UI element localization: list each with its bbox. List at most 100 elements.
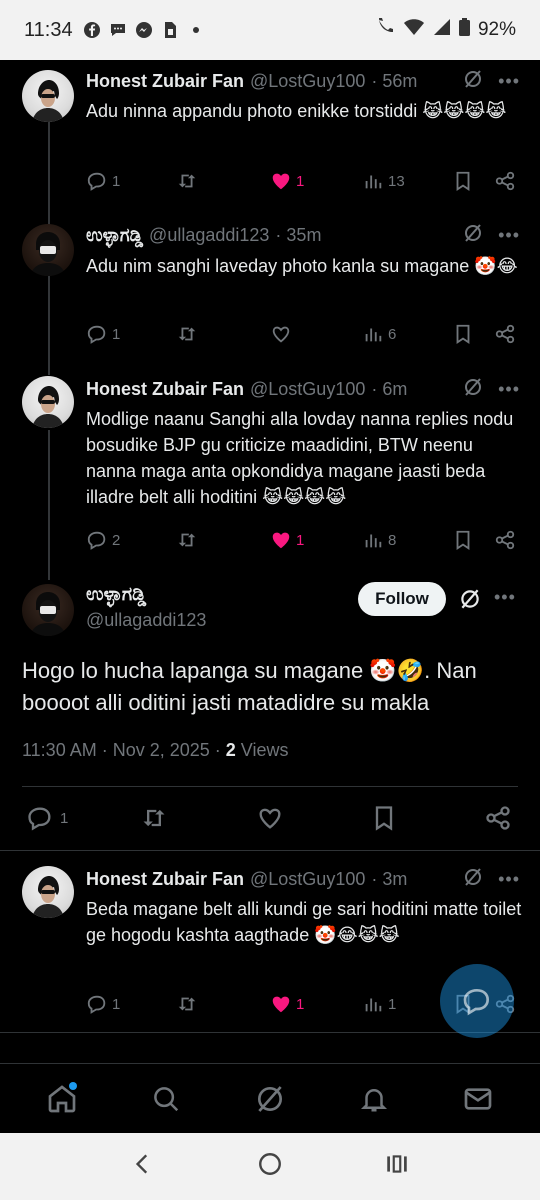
like-button[interactable]: 1 [270,993,304,1015]
avatar[interactable] [22,70,74,122]
tweet-timestamp: 11:30 AM · Nov 2, 2025 · [22,740,226,760]
repost-button[interactable] [176,170,198,192]
share-button[interactable] [494,323,516,345]
author-name[interactable]: ಉಳ್ಳಾಗಡ್ಡಿ [86,584,146,606]
reply-button[interactable]: 2 [86,529,120,551]
grok-icon [258,1085,282,1112]
grok-icon[interactable] [458,587,482,616]
bookmark-icon [456,530,470,550]
author-handle[interactable]: @ullagaddi123 [86,610,206,631]
like-button[interactable]: 1 [270,529,304,551]
bookmark-button[interactable] [452,170,474,192]
more-options-icon[interactable]: ••• [498,225,520,246]
tweet-actions: 1 1 13 [86,166,522,196]
views-icon [365,534,382,548]
avatar[interactable] [22,224,74,276]
views-count: 1 [388,995,397,1013]
more-options-icon[interactable]: ••• [498,379,520,400]
avatar[interactable] [22,584,74,636]
share-button[interactable] [494,170,516,192]
repost-button[interactable] [176,529,198,551]
home-circle-icon[interactable] [257,1151,283,1182]
tweet-text: Beda magane belt alli kundi ge sari hodi… [86,899,522,945]
bookmark-button[interactable] [452,323,474,345]
views-button[interactable]: 8 [362,529,396,551]
tweet-meta: 11:30 AM · Nov 2, 2025 · 2 Views [22,740,289,761]
views-icon [365,175,382,189]
repost-button[interactable] [176,323,198,345]
like-button[interactable] [270,323,292,345]
tweet-text: Modlige naanu Sanghi alla lovday nanna r… [86,409,514,507]
share-icon [495,324,515,344]
like-count: 1 [296,531,305,549]
divider [0,850,540,851]
avatar[interactable] [22,376,74,428]
messenger-icon [135,21,153,39]
reply-count: 1 [112,995,121,1013]
more-options-icon[interactable]: ••• [494,587,516,608]
reply-button[interactable]: 1 [86,323,120,345]
repost-button[interactable] [176,993,198,1015]
tweet-text: Adu nim sanghi laveday photo kanla su ma… [86,256,518,276]
bookmark-icon [456,171,470,191]
search-icon [154,1086,179,1111]
like-button[interactable] [256,804,284,832]
share-button[interactable] [494,529,516,551]
more-options-icon[interactable]: ••• [498,71,520,92]
share-icon [495,530,515,550]
heart-filled-icon [272,532,290,549]
author-name[interactable]: Honest Zubair Fan [86,71,244,92]
home-tab[interactable] [35,1072,89,1126]
share-button[interactable] [484,804,512,832]
author-name[interactable]: Honest Zubair Fan [86,379,244,400]
reply-icon [28,807,51,831]
battery-icon [458,18,470,42]
compose-reply-button[interactable] [440,964,514,1038]
views-icon [365,998,382,1012]
bookmark-button[interactable] [452,529,474,551]
follow-button[interactable]: Follow [358,582,446,616]
reply-button[interactable]: 1 [86,170,120,192]
reply-button[interactable]: 1 [26,804,68,832]
views-button[interactable]: 6 [362,323,396,345]
views-count: 6 [388,325,397,343]
repost-icon [178,533,196,547]
views-icon [365,328,382,342]
grok-icon[interactable] [462,68,484,95]
repost-icon [178,997,196,1011]
avatar[interactable] [22,866,74,918]
author-handle: @LostGuy100 [250,378,366,399]
wifi-icon [403,18,425,42]
status-time: 11:34 [24,18,73,41]
reply-button[interactable]: 1 [86,993,120,1015]
like-count: 1 [296,172,305,190]
views-button[interactable]: 13 [362,170,405,192]
new-posts-dot [69,1081,77,1090]
bookmark-button[interactable] [370,804,398,832]
repost-button[interactable] [140,804,168,832]
reply-count: 1 [112,172,121,190]
reply-icon [87,531,106,550]
like-button[interactable]: 1 [270,170,304,192]
search-tab[interactable] [139,1072,193,1126]
tweet-time: · 6m [371,378,408,399]
status-bar: 11:34 92% [0,0,540,60]
messages-tab[interactable] [451,1072,505,1126]
bottom-navigation [0,1063,540,1133]
grok-tab[interactable] [243,1072,297,1126]
heart-icon [272,326,290,343]
author-name[interactable]: ಉಳ್ಳಾಗಡ್ಡಿ [86,225,143,246]
author-name[interactable]: Honest Zubair Fan [86,869,244,890]
notifications-tab[interactable] [347,1072,401,1126]
conversation-feed[interactable]: Honest Zubair Fan @LostGuy100 · 56m ••• … [0,60,540,1063]
grok-icon[interactable] [462,866,484,893]
views-button[interactable]: 1 [362,993,396,1015]
views-count: 13 [388,172,405,190]
back-icon[interactable] [130,1151,156,1182]
more-options-icon[interactable]: ••• [498,869,520,890]
grok-icon[interactable] [462,222,484,249]
grok-icon[interactable] [462,376,484,403]
facebook-icon [83,21,101,39]
notification-dot-icon [192,27,199,33]
recents-icon[interactable] [384,1151,410,1182]
